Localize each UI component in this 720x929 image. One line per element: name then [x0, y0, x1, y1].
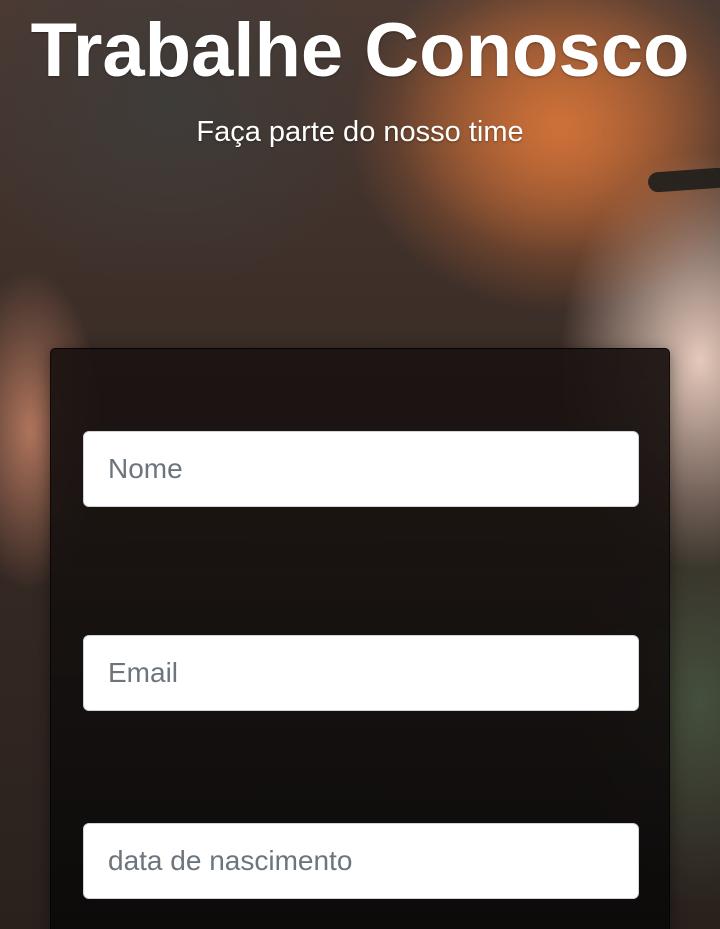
hero-section: Trabalhe Conosco Faça parte do nosso tim… — [0, 0, 720, 150]
email-input[interactable] — [83, 635, 639, 711]
background-photo-glasses — [647, 167, 720, 193]
page-subtitle: Faça parte do nosso time — [196, 116, 524, 148]
page-background: Trabalhe Conosco Faça parte do nosso tim… — [0, 0, 720, 929]
page-title: Trabalhe Conosco — [30, 8, 690, 93]
application-form — [50, 348, 670, 929]
birthdate-input[interactable] — [83, 823, 639, 899]
name-input[interactable] — [83, 431, 639, 507]
